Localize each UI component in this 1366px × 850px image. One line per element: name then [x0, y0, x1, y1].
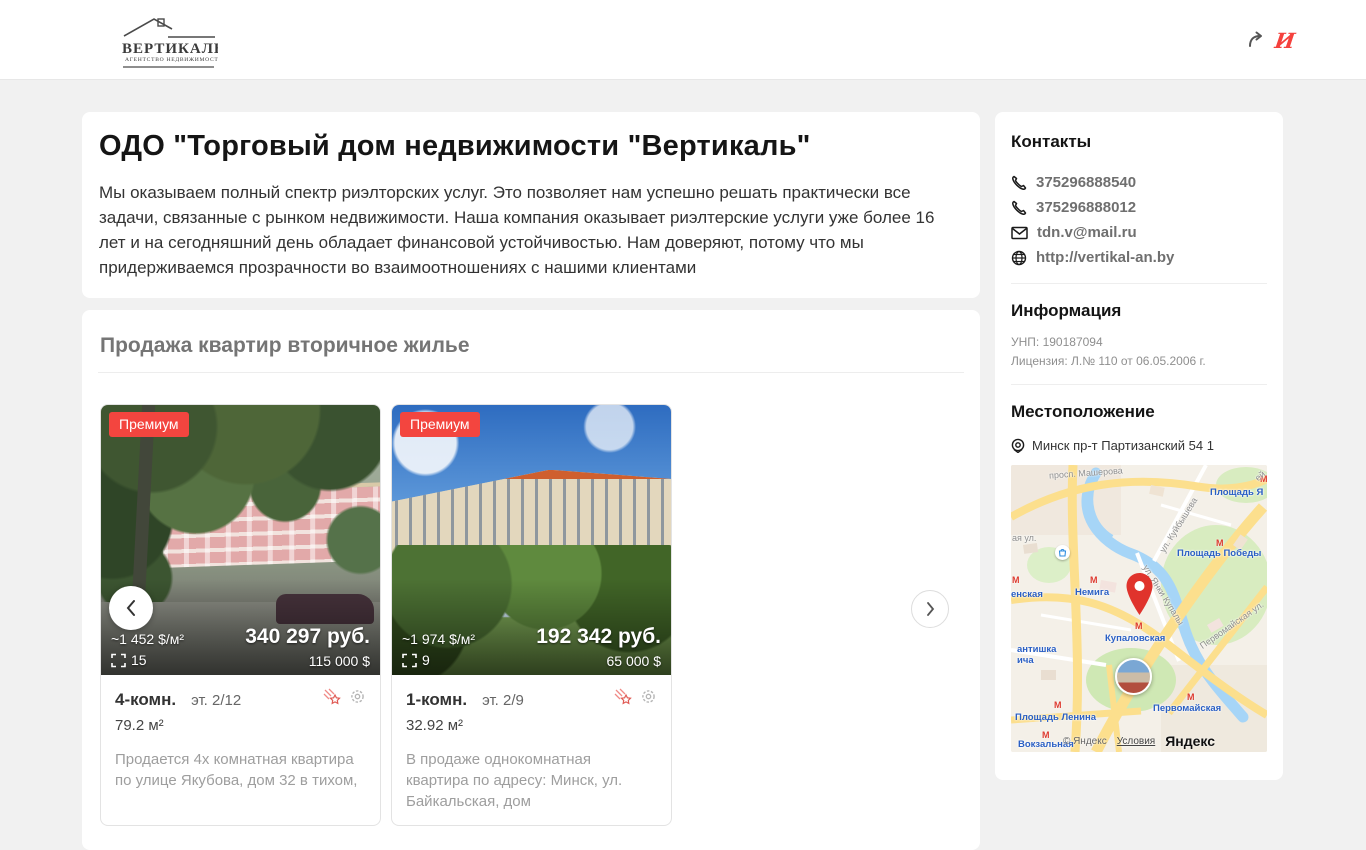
info-title: Информация	[1011, 301, 1122, 320]
photos-counter: 15	[111, 652, 147, 668]
floor-label: эт. 2/9	[482, 692, 524, 709]
premium-badge: Премиум	[400, 412, 480, 437]
section-title: Продажа квартир вторичное жилье	[100, 334, 470, 357]
chevron-left-icon	[126, 600, 135, 616]
map-photo-thumb[interactable]	[1115, 658, 1152, 695]
divider	[98, 372, 964, 373]
info-block: УНП: 190187094 Лицензия: Л.№ 110 от 06.0…	[1011, 333, 1267, 371]
price-usd: 115 000 $	[308, 653, 370, 669]
metro-icon: М	[1216, 538, 1224, 548]
map-label: Площадь Я	[1210, 487, 1264, 498]
location-title: Местоположение	[1011, 402, 1155, 421]
carousel-next-button[interactable]	[911, 590, 949, 628]
listing-description: Продается 4х комнатная квартира по улице…	[115, 751, 358, 789]
about-panel: ОДО "Торговый дом недвижимости "Вертикал…	[82, 112, 980, 298]
sidebar: Контакты 375296888540 375296888012 tdn.v…	[995, 112, 1283, 780]
metro-icon: М	[1135, 621, 1143, 631]
website-url: http://vertikal-an.by	[1036, 249, 1175, 266]
unp-line: УНП: 190187094	[1011, 335, 1103, 349]
share-icon[interactable]	[1246, 30, 1268, 52]
photo-frame-icon	[111, 653, 126, 667]
phone-link[interactable]: 375296888012	[1011, 195, 1267, 220]
carousel-prev-button[interactable]	[109, 586, 153, 630]
map-attribution: © Яндекс Условия Яндекс	[1011, 733, 1267, 749]
divider	[1011, 283, 1267, 284]
location-pin-icon	[1011, 438, 1025, 453]
map-label: енская	[1011, 589, 1043, 600]
website-link[interactable]: http://vertikal-an.by	[1011, 245, 1267, 270]
listing-photo[interactable]: Премиум ~1 452 $/м² 15 340 297 руб. 115 …	[101, 405, 380, 675]
listings-carousel: Премиум ~1 452 $/м² 15 340 297 руб. 115 …	[100, 404, 962, 826]
phone-icon	[1012, 200, 1027, 215]
header: ВЕРТИКАЛЬ АГЕНТСТВО НЕДВИЖИМОСТИ И	[0, 0, 1366, 80]
office-pin-icon[interactable]	[1126, 573, 1153, 615]
metro-icon: М	[1054, 700, 1062, 710]
price-per-m2: ~1 974 $/м²	[402, 631, 476, 647]
logo-roof-icon: ВЕРТИКАЛЬ АГЕНТСТВО НЕДВИЖИМОСТИ	[122, 18, 224, 68]
agency-logo[interactable]: ВЕРТИКАЛЬ АГЕНТСТВО НЕДВИЖИМОСТИ	[118, 12, 224, 70]
premium-badge: Премиум	[109, 412, 189, 437]
listing-card[interactable]: Премиум ~1 974 $/м² 9 192 342 руб. 65 00…	[391, 404, 672, 826]
map-label: Площадь Ленина	[1015, 712, 1097, 723]
address-row: Минск пр-т Партизанский 54 1	[1011, 438, 1267, 453]
chevron-right-icon	[926, 602, 934, 616]
yandex-map[interactable]: М М М М М М М М Площадь Я Площадь Победы…	[1011, 465, 1267, 752]
price-byn: 340 297 руб.	[245, 625, 370, 648]
phone-number: 375296888012	[1036, 199, 1137, 216]
yandex-logo[interactable]: Яндекс	[1165, 733, 1215, 749]
listing-description: В продаже однокомнатная квартира по адре…	[406, 751, 623, 810]
rooms-label: 1-комн.	[406, 690, 468, 709]
map-label: Купаловская	[1105, 633, 1166, 644]
svg-text:АГЕНТСТВО НЕДВИЖИМОСТИ: АГЕНТСТВО НЕДВИЖИМОСТИ	[125, 57, 218, 63]
gear-icon[interactable]	[640, 688, 657, 705]
map-label: ича	[1017, 655, 1034, 666]
metro-icon: М	[1090, 575, 1098, 585]
map-label: антишка	[1017, 644, 1057, 655]
price-per-m2: ~1 452 $/м²	[111, 631, 185, 647]
copyright-text: © Яндекс	[1062, 735, 1107, 747]
about-description: Мы оказываем полный спектр риэлторских у…	[99, 183, 935, 277]
rooms-label: 4-комн.	[115, 690, 177, 709]
map-label: Площадь Победы	[1177, 548, 1262, 559]
featured-star-icon[interactable]	[614, 688, 633, 705]
license-line: Лицензия: Л.№ 110 от 06.05.2006 г.	[1011, 354, 1206, 368]
metro-icon: М	[1187, 692, 1195, 702]
price-usd: 65 000 $	[606, 653, 662, 669]
price-byn: 192 342 руб.	[536, 625, 661, 648]
photo-frame-icon	[402, 653, 417, 667]
listing-details: 4-комн. эт. 2/12 79.2 м² Продается 4х ко…	[101, 675, 380, 804]
shop-poi-icon	[1055, 545, 1070, 560]
site-logo-icon[interactable]: И	[1273, 28, 1296, 53]
phone-number: 375296888540	[1036, 174, 1137, 191]
listing-photo[interactable]: Премиум ~1 974 $/м² 9 192 342 руб. 65 00…	[392, 405, 671, 675]
terms-link[interactable]: Условия	[1117, 736, 1156, 747]
map-label: Немига	[1075, 587, 1110, 598]
area-label: 32.92 м²	[406, 717, 464, 734]
floor-label: эт. 2/12	[191, 692, 242, 709]
listing-details: 1-комн. эт. 2/9 32.92 м² В продаже однок…	[392, 675, 671, 825]
address-text: Минск пр-т Партизанский 54 1	[1032, 438, 1214, 453]
listings-panel: Продажа квартир вторичное жилье Премиум …	[82, 310, 980, 850]
area-label: 79.2 м²	[115, 717, 164, 734]
photos-count: 15	[131, 652, 147, 668]
gear-icon[interactable]	[349, 688, 366, 705]
email-link[interactable]: tdn.v@mail.ru	[1011, 220, 1267, 245]
email-address: tdn.v@mail.ru	[1037, 224, 1137, 241]
svg-text:ВЕРТИКАЛЬ: ВЕРТИКАЛЬ	[122, 41, 218, 57]
divider	[1011, 384, 1267, 385]
contacts-title: Контакты	[1011, 132, 1092, 151]
photos-count: 9	[422, 652, 430, 668]
metro-icon: М	[1012, 575, 1020, 585]
map-label: Первомайская	[1153, 703, 1222, 714]
globe-icon	[1011, 250, 1027, 265]
phone-icon	[1012, 175, 1027, 190]
street-label: ая ул.	[1012, 533, 1037, 543]
photos-counter: 9	[402, 652, 430, 668]
header-actions: И	[1246, 28, 1297, 53]
contact-list: 375296888540 375296888012 tdn.v@mail.ru	[1011, 170, 1267, 270]
email-icon	[1011, 226, 1028, 239]
phone-link[interactable]: 375296888540	[1011, 170, 1267, 195]
featured-star-icon[interactable]	[323, 688, 342, 705]
page-title: ОДО "Торговый дом недвижимости "Вертикал…	[99, 130, 811, 162]
